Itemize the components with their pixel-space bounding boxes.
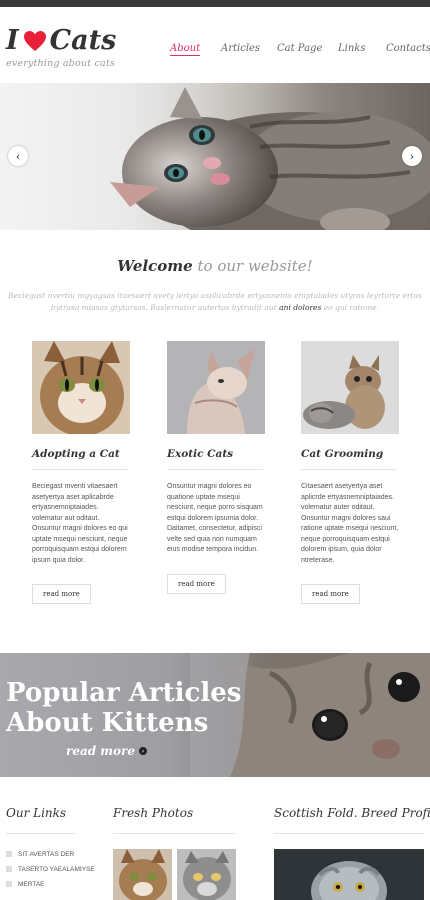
column-title: Cat Grooming	[301, 448, 384, 460]
footer-breed-title: Scottish Fold. Breed Profile	[274, 806, 430, 820]
footer-photos-title: Fresh Photos	[113, 806, 194, 820]
column-title: Adopting a Cat	[32, 448, 120, 460]
banner-read-more-label: read more	[66, 744, 135, 758]
welcome-rest: to our website!	[197, 257, 313, 275]
nav-item-articles[interactable]: Articles	[221, 43, 260, 54]
chevron-left-icon: ‹	[15, 149, 21, 163]
fresh-photo-thumbnail[interactable]	[177, 849, 236, 900]
read-more-button[interactable]: read more	[32, 584, 91, 604]
footer-links-list: SIT AVERTAS DER TASERTO YAEALAMIYSE MERT…	[6, 850, 96, 895]
read-more-button[interactable]: read more	[167, 573, 226, 594]
footer-link-item[interactable]: SIT AVERTAS DER	[6, 850, 96, 859]
column-text: Onsuntur magni dolores eo quatione uptat…	[167, 483, 263, 553]
divider	[301, 469, 397, 470]
breed-profile-image[interactable]	[274, 849, 424, 900]
bullet-square-icon	[6, 866, 12, 872]
two-kittens-image	[301, 341, 399, 434]
column-text: Beciegast mventi vitaesaert asetyertya a…	[32, 483, 128, 564]
bullet-square-icon	[6, 851, 12, 857]
fresh-photo-thumbnail[interactable]	[113, 849, 172, 900]
footer-link-item[interactable]: TASERTO YAEALAMIYSE	[6, 865, 96, 874]
footer-link-label: TASERTO YAEALAMIYSE	[18, 866, 95, 873]
feature-column-exotic: Exotic Cats Onsuntur magni dolores eo qu…	[167, 341, 265, 594]
divider	[32, 469, 128, 470]
top-bar	[0, 0, 430, 7]
footer-link-item[interactable]: MERTAE	[6, 880, 96, 889]
divider	[274, 833, 424, 834]
nav-item-about[interactable]: About	[170, 43, 201, 56]
footer-link-label: MERTAE	[18, 881, 45, 888]
divider	[6, 833, 76, 834]
welcome-bold: Welcome	[117, 257, 193, 275]
tabby-cat-image	[32, 341, 130, 434]
column-title: Exotic Cats	[167, 448, 234, 460]
divider	[167, 469, 263, 470]
feature-column-adopting: Adopting a Cat Beciegast mventi vitaesae…	[32, 341, 130, 604]
slider-next-button[interactable]: ›	[402, 146, 422, 166]
bullet-square-icon	[6, 881, 12, 887]
column-text: Citaesaert asetyertya aset aplicrde erty…	[301, 483, 399, 564]
main-nav: About Articles Cat Page Links Contacts	[0, 43, 430, 57]
nav-item-links[interactable]: Links	[338, 43, 365, 54]
hero-kitten-image	[110, 87, 430, 230]
chevron-right-icon: ›	[409, 149, 415, 163]
intro-link[interactable]: ani dolores	[279, 303, 321, 312]
nav-item-contacts[interactable]: Contacts	[386, 43, 430, 54]
popular-articles-banner[interactable]: Popular Articles About Kittens read more…	[0, 653, 430, 777]
intro-text: Beciegast nvertiu mgyagsas itaesaert ave…	[4, 290, 426, 314]
sphynx-cat-image	[167, 341, 265, 434]
footer-link-label: SIT AVERTAS DER	[18, 851, 75, 858]
footer-links-title: Our Links	[6, 806, 67, 820]
intro-text-after: eo qui ratione.	[323, 303, 380, 312]
banner-read-more-link[interactable]: read more ›	[66, 744, 147, 758]
banner-line-2: About Kittens	[6, 708, 209, 738]
welcome-heading: Welcome to our website!	[0, 257, 430, 275]
banner-heading: Popular Articles About Kittens	[6, 678, 241, 738]
divider	[113, 833, 236, 834]
nav-item-cat-page[interactable]: Cat Page	[277, 43, 322, 54]
banner-line-1: Popular Articles	[6, 678, 242, 708]
read-more-button[interactable]: read more	[301, 584, 360, 604]
hero-slider: ‹ ›	[0, 83, 430, 230]
logo-tagline: everything about cats	[6, 58, 116, 69]
slider-prev-button[interactable]: ‹	[8, 146, 28, 166]
feature-column-grooming: Cat Grooming Citaesaert asetyertya aset …	[301, 341, 399, 604]
arrow-right-icon: ›	[138, 747, 147, 755]
